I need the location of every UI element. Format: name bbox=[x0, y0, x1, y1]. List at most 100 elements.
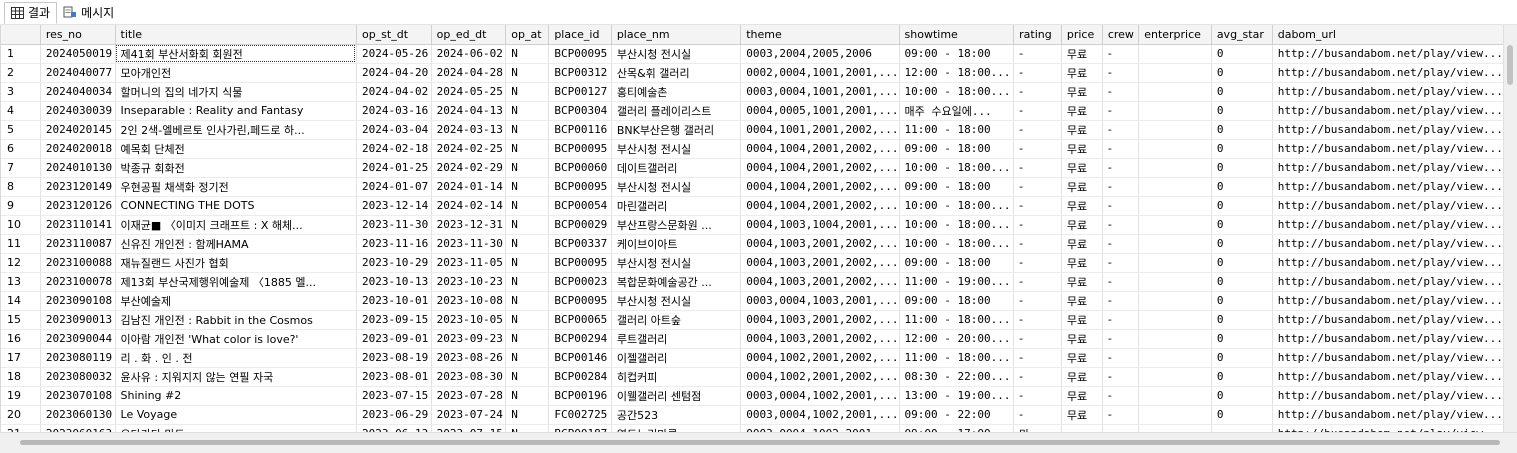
column-header-theme[interactable]: theme bbox=[740, 25, 900, 45]
cell-crew[interactable]: - bbox=[1102, 120, 1140, 140]
cell-place_id[interactable]: BCP00127 bbox=[548, 82, 612, 102]
row-number-cell[interactable]: 14 bbox=[1, 291, 41, 311]
cell-theme[interactable]: 0004,1004,2001,2002,... bbox=[740, 158, 900, 178]
cell-place_id[interactable]: BCP00116 bbox=[548, 120, 612, 140]
cell-op_st_dt[interactable]: 2023-08-19 bbox=[356, 348, 432, 368]
cell-dabom_url[interactable]: http://busandabom.net/play/view... bbox=[1272, 424, 1504, 432]
cell-theme[interactable]: 0004,1003,2001,2002,... bbox=[740, 253, 900, 273]
cell-res_no[interactable]: 2023110141 bbox=[40, 215, 116, 235]
cell-place_nm[interactable]: 이젤갤러리 bbox=[611, 348, 742, 368]
cell-theme[interactable]: 0004,1002,2001,2002,... bbox=[740, 348, 900, 368]
cell-res_no[interactable]: 2023090108 bbox=[40, 291, 116, 311]
cell-op_ed_dt[interactable]: 2024-02-25 bbox=[431, 139, 507, 159]
cell-theme[interactable]: 0004,1003,2001,2002,... bbox=[740, 234, 900, 254]
cell-price[interactable]: 무료 bbox=[1061, 367, 1103, 387]
cell-enterprice[interactable] bbox=[1138, 348, 1212, 368]
cell-theme[interactable]: 0004,1003,1004,2001,... bbox=[740, 215, 900, 235]
cell-theme[interactable]: 0003,0004,1003,2001,... bbox=[740, 291, 900, 311]
cell-op_ed_dt[interactable]: 2023-09-23 bbox=[431, 329, 507, 349]
cell-op_st_dt[interactable]: 2023-09-01 bbox=[356, 329, 432, 349]
cell-place_nm[interactable]: 데이트갤러리 bbox=[611, 158, 742, 178]
cell-op_ed_dt[interactable]: 2024-05-25 bbox=[431, 82, 507, 102]
cell-place_nm[interactable]: 홍티예술촌 bbox=[611, 82, 742, 102]
cell-crew[interactable]: - bbox=[1102, 272, 1140, 292]
cell-price[interactable]: 무료 bbox=[1061, 196, 1103, 216]
cell-price[interactable]: 무료 bbox=[1061, 44, 1103, 64]
cell-title[interactable]: 신유진 개인전 : 함께HAMA bbox=[115, 234, 357, 254]
cell-rating[interactable]: - bbox=[1013, 44, 1062, 64]
vertical-scrollbar[interactable] bbox=[1503, 25, 1517, 432]
cell-place_id[interactable]: BCP00304 bbox=[548, 101, 612, 121]
cell-crew[interactable]: - bbox=[1102, 291, 1140, 311]
cell-crew[interactable]: - bbox=[1102, 310, 1140, 330]
cell-rating[interactable]: - bbox=[1013, 63, 1062, 83]
cell-enterprice[interactable] bbox=[1138, 405, 1212, 425]
cell-enterprice[interactable] bbox=[1138, 158, 1212, 178]
vertical-scrollbar-thumb[interactable] bbox=[1507, 45, 1513, 85]
cell-res_no[interactable]: 2023110087 bbox=[40, 234, 116, 254]
cell-place_id[interactable]: BCP00023 bbox=[548, 272, 612, 292]
cell-enterprice[interactable] bbox=[1138, 101, 1212, 121]
cell-showtime[interactable]: 10:00 - 18:00... bbox=[899, 215, 1015, 235]
cell-title[interactable]: 재뉴질랜드 사진가 협회 bbox=[115, 253, 357, 273]
column-header-crew[interactable]: crew bbox=[1102, 25, 1140, 45]
cell-op_at[interactable]: N bbox=[505, 424, 550, 432]
cell-showtime[interactable]: 09:00 - 18:00 bbox=[899, 291, 1015, 311]
cell-op_st_dt[interactable]: 2024-05-26 bbox=[356, 44, 432, 64]
cell-place_nm[interactable]: 갤러리 아트숲 bbox=[611, 310, 742, 330]
cell-avg_star[interactable]: 0 bbox=[1211, 82, 1273, 102]
cell-enterprice[interactable] bbox=[1138, 63, 1212, 83]
column-header-op_at[interactable]: op_at bbox=[505, 25, 550, 45]
cell-rating[interactable]: - bbox=[1013, 234, 1062, 254]
cell-theme[interactable]: 0002,0004,1001,2001,... bbox=[740, 63, 900, 83]
cell-enterprice[interactable] bbox=[1138, 177, 1212, 197]
cell-res_no[interactable]: 2023100088 bbox=[40, 253, 116, 273]
cell-rating[interactable]: - bbox=[1013, 348, 1062, 368]
cell-avg_star[interactable]: 0 bbox=[1211, 367, 1273, 387]
column-header-enterprice[interactable]: enterprice bbox=[1138, 25, 1212, 45]
cell-crew[interactable]: - bbox=[1102, 234, 1140, 254]
cell-place_id[interactable]: FC002725 bbox=[548, 405, 612, 425]
cell-price[interactable]: 무료 bbox=[1061, 177, 1103, 197]
cell-op_st_dt[interactable]: 2024-03-16 bbox=[356, 101, 432, 121]
cell-theme[interactable]: 0003,0004,1002,2001,... bbox=[740, 386, 900, 406]
cell-enterprice[interactable] bbox=[1138, 386, 1212, 406]
cell-res_no[interactable]: 2023090013 bbox=[40, 310, 116, 330]
column-header-title[interactable]: title bbox=[115, 25, 357, 45]
cell-res_no[interactable]: 2024040034 bbox=[40, 82, 116, 102]
cell-showtime[interactable]: 11:00 - 18:00... bbox=[899, 310, 1015, 330]
row-number-cell[interactable]: 10 bbox=[1, 215, 41, 235]
cell-place_id[interactable]: BCP00196 bbox=[548, 386, 612, 406]
cell-place_nm[interactable]: 부산시청 전시실 bbox=[611, 177, 742, 197]
cell-place_id[interactable]: BCP00284 bbox=[548, 367, 612, 387]
column-header-dabom_url[interactable]: dabom_url bbox=[1272, 25, 1504, 45]
result-grid[interactable]: res_no title op_st_dt op_ed_dt op_at place_id… bbox=[0, 25, 1504, 432]
row-number-cell[interactable]: 19 bbox=[1, 386, 41, 406]
cell-op_at[interactable]: N bbox=[505, 63, 550, 83]
cell-op_ed_dt[interactable]: 2023-07-28 bbox=[431, 386, 507, 406]
cell-crew[interactable]: - bbox=[1102, 348, 1140, 368]
cell-res_no[interactable]: 2023070108 bbox=[40, 386, 116, 406]
cell-dabom_url[interactable]: http://busandabom.net/play/view... bbox=[1272, 348, 1504, 368]
cell-place_nm[interactable]: 부산시청 전시실 bbox=[611, 253, 742, 273]
cell-theme[interactable]: 0004,1003,2001,2002,... bbox=[740, 329, 900, 349]
cell-op_ed_dt[interactable]: 2023-08-26 bbox=[431, 348, 507, 368]
cell-dabom_url[interactable]: http://busandabom.net/play/view... bbox=[1272, 63, 1504, 83]
cell-crew[interactable]: - bbox=[1102, 405, 1140, 425]
cell-dabom_url[interactable]: http://busandabom.net/play/view... bbox=[1272, 329, 1504, 349]
cell-op_st_dt[interactable]: 2023-10-13 bbox=[356, 272, 432, 292]
cell-op_ed_dt[interactable]: 2023-07-15 bbox=[431, 424, 507, 432]
cell-place_nm[interactable]: 부산시청 전시실 bbox=[611, 139, 742, 159]
cell-rating[interactable]: - bbox=[1013, 291, 1062, 311]
cell-res_no[interactable]: 2024020145 bbox=[40, 120, 116, 140]
cell-op_st_dt[interactable]: 2023-10-29 bbox=[356, 253, 432, 273]
cell-showtime[interactable]: 09:00 - 18:00 bbox=[899, 44, 1015, 64]
cell-crew[interactable]: - bbox=[1102, 82, 1140, 102]
cell-place_nm[interactable]: 히컵커피 bbox=[611, 367, 742, 387]
cell-avg_star[interactable]: 0 bbox=[1211, 272, 1273, 292]
cell-place_id[interactable]: BCP00029 bbox=[548, 215, 612, 235]
cell-res_no[interactable]: 2024030039 bbox=[40, 101, 116, 121]
cell-title[interactable]: 할머니의 집의 네가지 식물 bbox=[115, 82, 357, 102]
cell-rating[interactable]: - bbox=[1013, 101, 1062, 121]
cell-showtime[interactable]: 10:00 - 18:00... bbox=[899, 82, 1015, 102]
